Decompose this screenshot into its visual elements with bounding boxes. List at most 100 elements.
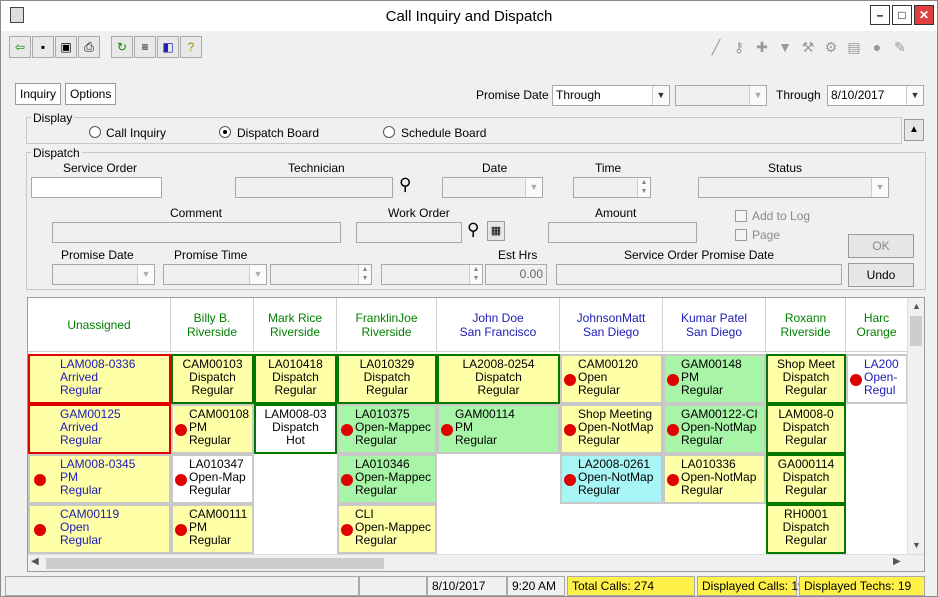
horizontal-scrollbar[interactable]: ◀ ▶	[28, 554, 924, 571]
tab-options[interactable]: Options	[65, 83, 117, 105]
dispatch-card[interactable]: CLI Open-Mappec Regular	[337, 504, 437, 554]
refresh-icon[interactable]: ↻	[111, 36, 133, 58]
dispatch-card[interactable]: CAM00111 PM Regular	[171, 504, 254, 554]
dispatch-card[interactable]: LAM008-0336 Arrived Regular	[28, 354, 171, 404]
add-to-log-checkbox[interactable]	[735, 210, 747, 222]
comment-label: Comment	[170, 206, 223, 220]
help-icon[interactable]: ?	[180, 36, 202, 58]
wrench-icon[interactable]: ⚒	[797, 36, 819, 58]
collapse-up-button[interactable]: ▲	[904, 119, 924, 141]
key-icon[interactable]: ⚷	[728, 36, 750, 58]
exit-icon[interactable]: ⇦	[9, 36, 31, 58]
dispatch-card[interactable]: LA010346 Open-Mappec Regular	[337, 454, 437, 504]
save-icon[interactable]: ▪	[32, 36, 54, 58]
search-icon[interactable]: ⚲	[467, 220, 479, 240]
promise-date-select[interactable]: ▼	[52, 264, 155, 285]
dispatch-card[interactable]: GA000114 Dispatch Regular	[766, 454, 846, 504]
empty-cell	[437, 504, 560, 554]
radio-dispatch-board[interactable]	[219, 126, 231, 138]
promise-date-from-select[interactable]: ▼	[675, 85, 767, 106]
save-all-icon[interactable]: ▣	[55, 36, 77, 58]
scroll-up-icon[interactable]: ▲	[909, 301, 924, 311]
spinner-arrows-icon[interactable]: ▲ ▼	[637, 178, 650, 197]
tools-icon[interactable]: ⚙	[820, 36, 842, 58]
dispatch-card[interactable]: LA010336 Open-NotMap Regular	[663, 454, 766, 504]
column-header[interactable]: Unassigned	[28, 298, 171, 352]
promise-time-select[interactable]: ▼	[163, 264, 267, 285]
spinner-arrows-icon[interactable]: ▲ ▼	[358, 265, 371, 284]
map-icon[interactable]: ◧	[157, 36, 179, 58]
scroll-right-icon[interactable]: ▶	[893, 556, 901, 567]
column-header[interactable]: JohnsonMatt San Diego	[560, 298, 663, 352]
dispatch-card[interactable]: LAM008-0345 PM Regular	[28, 454, 171, 504]
dispatch-card[interactable]: CAM00108 PM Regular	[171, 404, 254, 454]
dispatch-card[interactable]: CAM00119 Open Regular	[28, 504, 171, 554]
work-order-input[interactable]	[356, 222, 462, 243]
est-hrs-input[interactable]: 0.00	[485, 264, 547, 285]
add-icon[interactable]: ✚	[751, 36, 773, 58]
dispatch-card[interactable]: LAM008-0 Dispatch Regular	[766, 404, 846, 454]
close-button[interactable]: ✕	[914, 5, 934, 25]
filter-icon[interactable]: ▼	[774, 36, 796, 58]
document-icon[interactable]: ▤	[843, 36, 865, 58]
radio-schedule-board[interactable]	[383, 126, 395, 138]
record-icon[interactable]: ●	[866, 36, 888, 58]
report-icon[interactable]: ≡	[134, 36, 156, 58]
pen-icon[interactable]: ✎	[889, 36, 911, 58]
vertical-scroll-thumb[interactable]	[910, 316, 922, 346]
dispatch-card[interactable]: GAM00125 Arrived Regular	[28, 404, 171, 454]
est-time-spinner[interactable]: ▲ ▼	[381, 264, 483, 285]
so-promise-date-input[interactable]	[556, 264, 842, 285]
vertical-scrollbar[interactable]: ▲ ▼	[907, 298, 924, 556]
comment-input[interactable]	[52, 222, 341, 243]
dispatch-card[interactable]: LA010375 Open-Mappec Regular	[337, 404, 437, 454]
dispatch-card[interactable]: CAM00120 Open Regular	[560, 354, 663, 404]
technician-input[interactable]	[235, 177, 393, 198]
column-header[interactable]: Billy B. Riverside	[171, 298, 254, 352]
dispatch-card[interactable]: LA2008-0254 Dispatch Regular	[437, 354, 560, 404]
alert-dot-icon	[175, 424, 187, 436]
edit-icon[interactable]: ╱	[705, 36, 727, 58]
dispatch-card[interactable]: LAM008-03 Dispatch Hot	[254, 404, 337, 454]
search-icon[interactable]: ⚲	[399, 175, 411, 195]
minimize-button[interactable]: –	[870, 5, 890, 25]
dispatch-card[interactable]: GAM00114 PM Regular	[437, 404, 560, 454]
dispatch-card[interactable]: LA010347 Open-Map Regular	[171, 454, 254, 504]
dispatch-card[interactable]: Shop Meeting Open-NotMap Regular	[560, 404, 663, 454]
column-header[interactable]: Mark Rice Riverside	[254, 298, 337, 352]
column-header[interactable]: FranklinJoe Riverside	[337, 298, 437, 352]
status-select[interactable]: ▼	[698, 177, 889, 198]
date-select[interactable]: ▼	[442, 177, 543, 198]
scroll-down-icon[interactable]: ▼	[909, 540, 924, 550]
spinner-arrows-icon[interactable]: ▲ ▼	[469, 265, 482, 284]
amount-input[interactable]	[548, 222, 697, 243]
promise-time-spinner[interactable]: ▲ ▼	[270, 264, 372, 285]
dispatch-card[interactable]: GAM00122-CI Open-NotMap Regular	[663, 404, 766, 454]
dispatch-card[interactable]: LA200 Open- Regul	[846, 354, 908, 404]
dispatch-card[interactable]: Shop Meet Dispatch Regular	[766, 354, 846, 404]
promise-date-mode-select[interactable]: Through ▼	[552, 85, 670, 106]
column-header[interactable]: Kumar Patel San Diego	[663, 298, 766, 352]
dispatch-card[interactable]: LA010329 Dispatch Regular	[337, 354, 437, 404]
tab-inquiry[interactable]: Inquiry	[15, 83, 62, 105]
through-date-select[interactable]: 8/10/2017 ▼	[827, 85, 924, 106]
calculator-icon[interactable]: ▦	[487, 221, 505, 241]
dispatch-card[interactable]: LA010418 Dispatch Regular	[254, 354, 337, 404]
time-spinner[interactable]: ▲ ▼	[573, 177, 651, 198]
service-order-input[interactable]	[31, 177, 162, 198]
ok-button[interactable]: OK	[848, 234, 914, 258]
column-header[interactable]: John Doe San Francisco	[437, 298, 560, 352]
page-checkbox[interactable]	[735, 229, 747, 241]
column-header[interactable]: Roxann Riverside	[766, 298, 846, 352]
maximize-button[interactable]: □	[892, 5, 912, 25]
radio-call-inquiry[interactable]	[89, 126, 101, 138]
print-icon[interactable]: ⎙	[78, 36, 100, 58]
scroll-left-icon[interactable]: ◀	[31, 556, 39, 567]
dispatch-card[interactable]: CAM00103 Dispatch Regular	[171, 354, 254, 404]
dispatch-card[interactable]: GAM00148 PM Regular	[663, 354, 766, 404]
horizontal-scroll-thumb[interactable]	[46, 558, 384, 569]
undo-button[interactable]: Undo	[848, 263, 914, 287]
dispatch-card[interactable]: RH0001 Dispatch Regular	[766, 504, 846, 554]
column-header[interactable]: Harc Orange	[846, 298, 908, 352]
dispatch-card[interactable]: LA2008-0261 Open-NotMap Regular	[560, 454, 663, 504]
